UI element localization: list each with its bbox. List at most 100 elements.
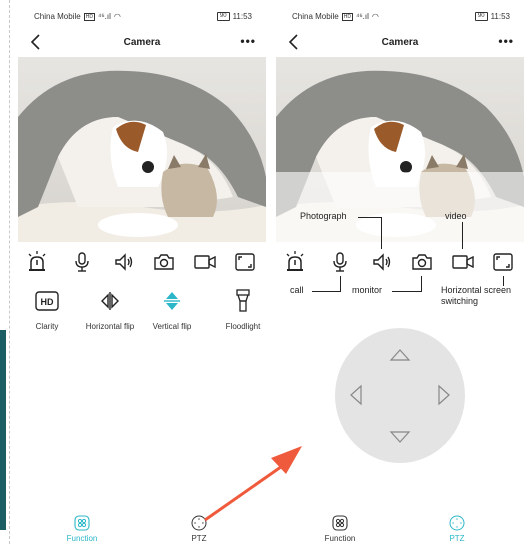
tab-function-label: Function xyxy=(324,534,356,543)
tab-function-label: Function xyxy=(66,534,98,543)
sim-badge: HD xyxy=(341,12,353,21)
annotation-photograph: Photograph xyxy=(300,211,347,221)
camera-icon xyxy=(412,254,432,270)
wifi-icon: ◠ xyxy=(371,12,379,21)
chevron-up-icon xyxy=(389,349,411,361)
ptz-left-button[interactable] xyxy=(345,384,367,406)
microphone-icon xyxy=(333,252,347,272)
clarity-badge: HD xyxy=(41,297,54,307)
screen-ptz: China Mobile HD ⁴⁶.ıl ◠ 90 11:53 Camera … xyxy=(276,0,524,544)
page-title: Camera xyxy=(123,37,161,48)
microphone-icon xyxy=(75,252,89,272)
leader-line xyxy=(392,291,421,292)
annotation-horizontal-screen: Horizontal screen switching xyxy=(441,285,511,307)
function-grid-icon xyxy=(74,515,90,531)
ptz-icon xyxy=(191,515,207,531)
fullscreen-icon xyxy=(235,253,255,271)
tab-ptz[interactable]: PTZ xyxy=(169,515,229,543)
leader-line xyxy=(381,217,382,249)
snapshot-button[interactable] xyxy=(152,250,176,274)
snapshot-button[interactable] xyxy=(410,250,434,274)
annotation-horizontal-line2: switching xyxy=(441,296,479,306)
chevron-right-icon xyxy=(438,384,450,406)
microphone-button[interactable] xyxy=(328,250,352,274)
record-button[interactable] xyxy=(193,250,217,274)
more-icon[interactable]: ••• xyxy=(498,34,514,48)
ptz-up-button[interactable] xyxy=(389,344,411,366)
status-bar: China Mobile HD ⁴⁶.ıl ◠ 90 11:53 xyxy=(18,0,266,26)
annotation-monitor: monitor xyxy=(352,285,383,295)
speaker-button[interactable] xyxy=(112,250,136,274)
screen-function: China Mobile HD ⁴⁶.ıl ◠ 90 11:53 Camera … xyxy=(18,0,266,544)
leader-line xyxy=(503,276,504,286)
carrier-label: China Mobile xyxy=(292,12,339,21)
nav-bar: Camera ••• xyxy=(276,28,524,56)
tab-function[interactable]: Function xyxy=(52,515,112,543)
live-image xyxy=(18,57,266,242)
floodlight-icon xyxy=(236,289,250,312)
ptz-icon xyxy=(449,515,465,531)
speaker-button[interactable] xyxy=(370,250,394,274)
wifi-icon: ◠ xyxy=(113,12,121,21)
fullscreen-button[interactable] xyxy=(491,250,515,274)
page-title: Camera xyxy=(381,37,419,48)
fullscreen-icon xyxy=(493,253,513,271)
clock-label: 11:53 xyxy=(490,12,510,21)
horizontal-flip-icon xyxy=(101,292,119,310)
leader-line xyxy=(312,291,340,292)
side-accent-bar xyxy=(0,330,6,530)
leader-line xyxy=(421,276,422,292)
camera-icon xyxy=(154,254,174,270)
alarm-icon xyxy=(28,251,46,271)
signal-icon: ⁴⁶.ıl xyxy=(355,12,369,21)
alarm-icon xyxy=(286,251,304,271)
bottom-tabbar: Function PTZ xyxy=(276,508,524,544)
microphone-button[interactable] xyxy=(70,250,94,274)
sim-badge: HD xyxy=(83,12,95,21)
camera-live-view[interactable] xyxy=(18,57,266,242)
clock-label: 11:53 xyxy=(232,12,252,21)
video-icon xyxy=(194,255,216,269)
floodlight-label: Floodlight xyxy=(225,322,261,331)
tab-ptz-label: PTZ xyxy=(449,534,465,543)
leader-line xyxy=(340,276,341,292)
tab-ptz[interactable]: PTZ xyxy=(427,515,487,543)
leader-line xyxy=(462,222,463,249)
nav-bar: Camera ••• xyxy=(18,28,266,56)
ptz-right-button[interactable] xyxy=(433,384,455,406)
vertical-flip-label: Vertical flip xyxy=(152,322,192,331)
bottom-tabbar: Function PTZ xyxy=(18,508,266,544)
function-grid-icon xyxy=(332,515,348,531)
alarm-button[interactable] xyxy=(25,250,49,274)
vertical-flip-button[interactable]: Vertical flip xyxy=(136,288,208,331)
speaker-icon xyxy=(115,253,133,271)
vertical-flip-icon xyxy=(164,292,180,310)
leader-line xyxy=(358,217,382,218)
tab-ptz-label: PTZ xyxy=(191,534,207,543)
more-icon[interactable]: ••• xyxy=(240,34,256,48)
video-icon xyxy=(452,255,474,269)
alarm-button[interactable] xyxy=(283,250,307,274)
chevron-down-icon xyxy=(389,431,411,443)
annotation-horizontal-line1: Horizontal screen xyxy=(441,285,512,295)
ptz-down-button[interactable] xyxy=(389,426,411,448)
page-divider xyxy=(9,0,10,544)
image-overlay xyxy=(276,172,524,242)
battery-icon: 90 xyxy=(216,12,230,21)
carrier-label: China Mobile xyxy=(34,12,81,21)
fullscreen-button[interactable] xyxy=(233,250,257,274)
tab-function[interactable]: Function xyxy=(310,515,370,543)
speaker-icon xyxy=(373,253,391,271)
chevron-left-icon xyxy=(350,384,362,406)
function-row: HD Clarity Horizontal flip Vertical flip… xyxy=(18,288,266,338)
signal-icon: ⁴⁶.ıl xyxy=(97,12,111,21)
hd-icon: HD xyxy=(35,291,59,311)
record-button[interactable] xyxy=(451,250,475,274)
ptz-control-pad[interactable] xyxy=(335,328,465,463)
annotation-video: video xyxy=(445,211,467,221)
control-toolbar xyxy=(276,248,524,278)
status-bar: China Mobile HD ⁴⁶.ıl ◠ 90 11:53 xyxy=(276,0,524,26)
annotation-call: call xyxy=(290,285,304,295)
floodlight-button[interactable]: Floodlight xyxy=(207,288,266,331)
battery-icon: 90 xyxy=(474,12,488,21)
